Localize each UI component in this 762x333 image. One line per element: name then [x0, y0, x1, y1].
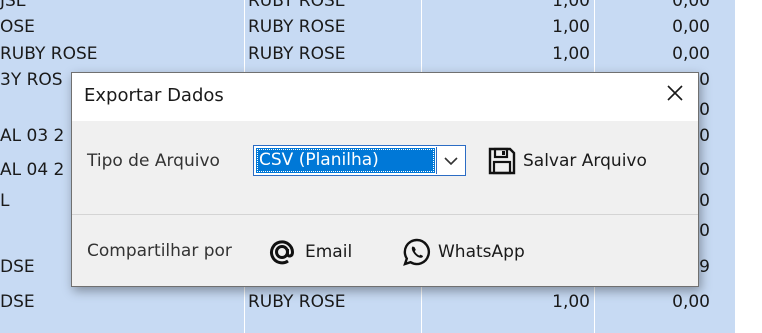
whatsapp-share-button[interactable]: WhatsApp [402, 235, 525, 269]
table-cell-name: RUBY ROSE [0, 44, 98, 64]
table-row[interactable]: RUBY ROSE RUBY ROSE 1,00 0,00 [0, 41, 735, 67]
table-row[interactable]: DSE RUBY ROSE 1,00 0,00 [0, 289, 735, 315]
table-row[interactable]: OSE RUBY ROSE 1,00 0,00 [0, 14, 735, 40]
share-section: Compartilhar por Email WhatsApp [72, 215, 698, 286]
table-row[interactable]: JSE RUBY ROSE 1,00 0,00 [0, 0, 735, 14]
table-cell-qty: 1,00 [552, 44, 590, 64]
close-icon [667, 85, 683, 101]
email-share-button[interactable]: Email [267, 235, 352, 269]
save-file-label: Salvar Arquivo [523, 151, 647, 171]
export-dialog: Exportar Dados Tipo de Arquivo CSV (Plan… [71, 72, 699, 287]
dialog-title: Exportar Dados [84, 85, 224, 106]
table-cell-brand: RUBY ROSE [248, 0, 346, 11]
table-cell-brand: RUBY ROSE [248, 44, 346, 64]
whatsapp-label: WhatsApp [438, 242, 525, 262]
table-cell-val: 0,00 [672, 17, 710, 37]
dialog-titlebar: Exportar Dados [72, 73, 698, 121]
file-type-section: Tipo de Arquivo CSV (Planilha) Salvar Ar… [72, 121, 698, 214]
table-cell-brand: RUBY ROSE [248, 292, 346, 312]
table-cell-qty: 1,00 [552, 0, 590, 11]
table-cell-qty: 1,00 [552, 292, 590, 312]
table-cell-val: 0,00 [672, 292, 710, 312]
table-cell-name: DSE [0, 292, 35, 312]
table-cell-name: OSE [0, 17, 35, 37]
file-type-label: Tipo de Arquivo [87, 151, 220, 171]
table-cell-val: 0,00 [672, 44, 710, 64]
table-cell-name: JSE [0, 0, 27, 11]
at-sign-icon [270, 240, 295, 265]
chevron-down-icon [443, 156, 458, 165]
email-label: Email [305, 242, 353, 262]
table-cell-val: 0,00 [672, 0, 710, 11]
table-cell-qty: 1,00 [552, 17, 590, 37]
floppy-disk-icon [488, 147, 516, 175]
share-label: Compartilhar por [87, 241, 232, 261]
dropdown-arrow[interactable] [436, 147, 464, 174]
close-button[interactable] [652, 73, 698, 113]
table-cell-brand: RUBY ROSE [248, 17, 346, 37]
save-file-button[interactable]: Salvar Arquivo [487, 145, 647, 177]
file-type-select[interactable]: CSV (Planilha) [253, 145, 466, 176]
whatsapp-icon [403, 238, 430, 266]
file-type-selected-value: CSV (Planilha) [256, 148, 435, 173]
